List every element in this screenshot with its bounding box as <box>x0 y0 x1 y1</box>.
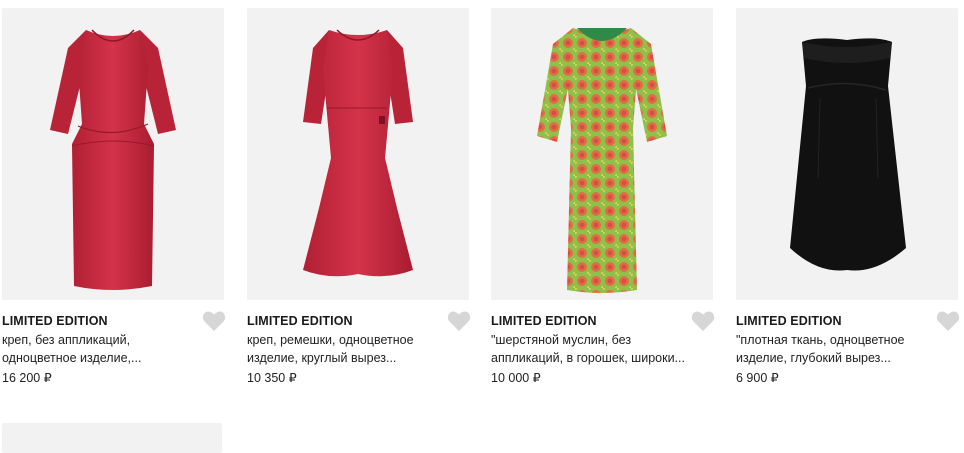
description-line: "шерстяной муслин, без <box>491 333 632 347</box>
product-image[interactable] <box>247 8 469 300</box>
product-price: 10 350 ₽ <box>247 371 297 385</box>
description-line: "плотная ткань, одноцветное <box>736 333 905 347</box>
product-grid: LIMITED EDITION креп, без аппликаций, од… <box>0 0 964 453</box>
product-brand[interactable]: LIMITED EDITION <box>736 314 842 328</box>
description-line: креп, ремешки, одноцветное <box>247 333 414 347</box>
product-image[interactable] <box>2 8 224 300</box>
dress-image-black-strapless <box>790 38 906 271</box>
description-line: аппликаций, в горошек, широки... <box>491 351 685 365</box>
dress-image-green-print <box>537 28 667 293</box>
product-brand[interactable]: LIMITED EDITION <box>2 314 108 328</box>
product-image[interactable] <box>736 8 958 300</box>
product-description: "шерстяной муслин, без аппликаций, в гор… <box>491 331 703 367</box>
product-description: креп, ремешки, одноцветное изделие, круг… <box>247 331 459 367</box>
product-price: 6 900 ₽ <box>736 371 779 385</box>
product-brand[interactable]: LIMITED EDITION <box>491 314 597 328</box>
wishlist-heart-icon[interactable] <box>202 310 226 332</box>
wishlist-heart-icon[interactable] <box>691 310 715 332</box>
product-image[interactable] <box>491 8 713 300</box>
product-price: 10 000 ₽ <box>491 371 541 385</box>
wishlist-heart-icon[interactable] <box>447 310 471 332</box>
dress-image-red-sheath <box>50 29 176 290</box>
description-line: изделие, круглый вырез... <box>247 351 397 365</box>
description-line: изделие, глубокий вырез... <box>736 351 891 365</box>
product-image-partial[interactable] <box>2 423 222 453</box>
product-brand[interactable]: LIMITED EDITION <box>247 314 353 328</box>
dress-image-red-flared <box>303 29 413 277</box>
product-price: 16 200 ₽ <box>2 371 52 385</box>
description-line: одноцветное изделие,... <box>2 351 142 365</box>
product-description: "плотная ткань, одноцветное изделие, глу… <box>736 331 948 367</box>
product-description: креп, без аппликаций, одноцветное издели… <box>2 331 214 367</box>
description-line: креп, без аппликаций, <box>2 333 131 347</box>
wishlist-heart-icon[interactable] <box>936 310 960 332</box>
